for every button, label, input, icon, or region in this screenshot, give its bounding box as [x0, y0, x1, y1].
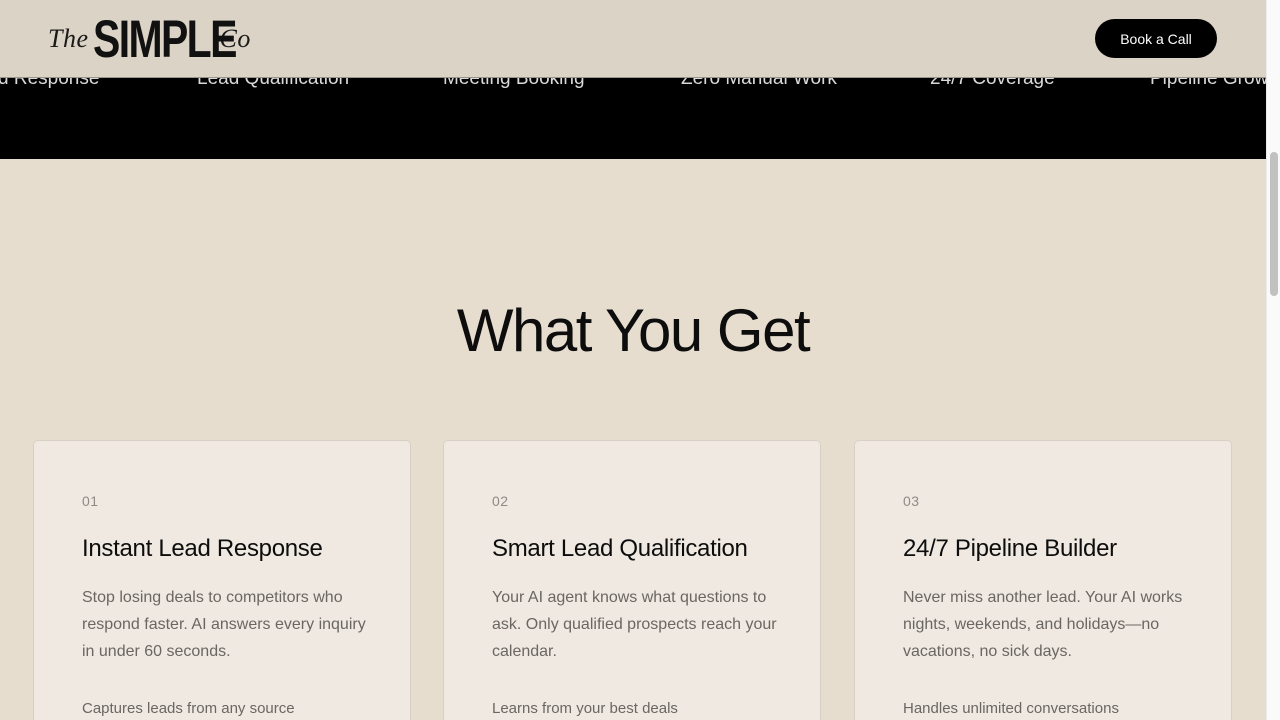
marquee-item: Zero Manual Work — [681, 78, 837, 89]
marquee-item: d Response — [0, 78, 100, 89]
logo-the: The — [48, 24, 89, 53]
card-feature: Captures leads from any source — [82, 700, 295, 717]
card-feature: Handles unlimited conversations — [903, 700, 1119, 717]
marquee-band: d Response Lead Qualification Meeting Bo… — [0, 78, 1266, 159]
card-description: Stop losing deals to competitors who res… — [82, 589, 366, 660]
top-nav: The SIMPLE Co Book a Call — [0, 0, 1266, 78]
card-description: Never miss another lead. Your AI works n… — [903, 589, 1183, 660]
card-title: Smart Lead Qualification — [492, 535, 748, 562]
marquee-item: Lead Qualification — [197, 78, 350, 89]
feature-card: 01 Instant Lead Response Stop losing dea… — [33, 440, 411, 720]
feature-card: 03 24/7 Pipeline Builder Never miss anot… — [854, 440, 1232, 720]
card-title: 24/7 Pipeline Builder — [903, 535, 1117, 562]
marquee-track: d Response Lead Qualification Meeting Bo… — [0, 78, 1266, 92]
feature-card: 02 Smart Lead Qualification Your AI agen… — [443, 440, 821, 720]
logo-simple: SIMPLE — [92, 9, 237, 69]
book-call-button[interactable]: Book a Call — [1095, 19, 1217, 58]
card-number: 01 — [82, 493, 99, 509]
card-title: Instant Lead Response — [82, 535, 323, 562]
marquee-item: 24/7 Coverage — [930, 78, 1055, 89]
card-number: 02 — [492, 493, 509, 509]
section-title: What You Get — [456, 297, 811, 364]
scrollbar-thumb[interactable] — [1270, 152, 1278, 296]
page-scrollbar[interactable] — [1266, 0, 1280, 720]
card-feature: Learns from your best deals — [492, 700, 678, 717]
marquee-item: Pipeline Grow — [1150, 78, 1266, 89]
marquee-item: Meeting Booking — [443, 78, 585, 89]
card-number: 03 — [903, 493, 920, 509]
brand-logo[interactable]: The SIMPLE Co — [48, 12, 251, 66]
card-description: Your AI agent knows what questions to as… — [492, 589, 777, 660]
